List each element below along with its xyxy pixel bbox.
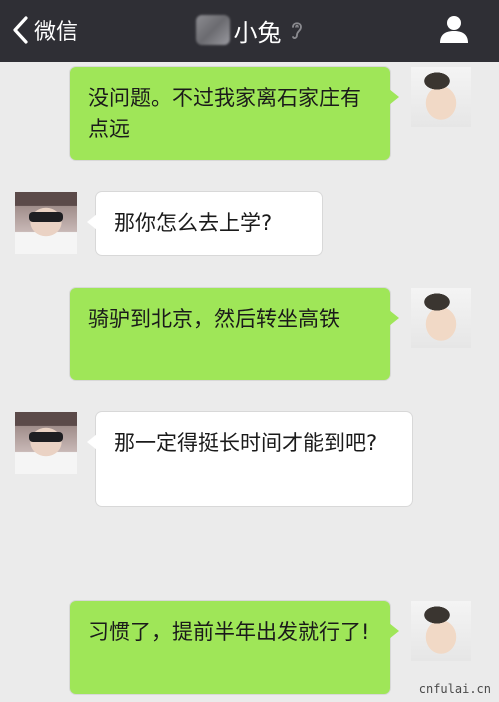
message-bubble-received[interactable]: 那你怎么去上学? (87, 192, 322, 255)
message-text: 骑驴到北京，然后转坐高铁 (88, 307, 340, 331)
message-bubble-sent[interactable]: 没问题。不过我家离石家庄有点远 (70, 67, 399, 160)
message-bubble-sent[interactable]: 骑驴到北京，然后转坐高铁 (70, 288, 399, 380)
ear-icon (290, 19, 304, 41)
my-avatar[interactable] (411, 288, 471, 348)
message-text: 习惯了，提前半年出发就行了! (88, 620, 370, 644)
message-bubble-sent[interactable]: 习惯了，提前半年出发就行了! (70, 601, 399, 694)
contact-avatar[interactable] (15, 412, 77, 474)
blurred-name-segment (195, 15, 230, 45)
my-avatar[interactable] (411, 67, 471, 127)
message-text: 没问题。不过我家离石家庄有点远 (88, 86, 361, 141)
message-bubble-received[interactable]: 那一定得挺长时间才能到吧? (87, 412, 412, 506)
contact-info-button[interactable] (439, 14, 469, 48)
message-text: 那一定得挺长时间才能到吧? (114, 431, 378, 455)
contact-avatar[interactable] (15, 192, 77, 254)
my-avatar[interactable] (411, 601, 471, 661)
message-text: 那你怎么去上学? (114, 211, 273, 235)
chat-title: 小兔 (233, 18, 282, 47)
watermark: cnfulai.cn (418, 682, 491, 696)
contact-person-icon (440, 16, 468, 43)
chat-title-area: 小兔 (0, 12, 499, 48)
chat-header: 微信 小兔 (0, 0, 499, 62)
